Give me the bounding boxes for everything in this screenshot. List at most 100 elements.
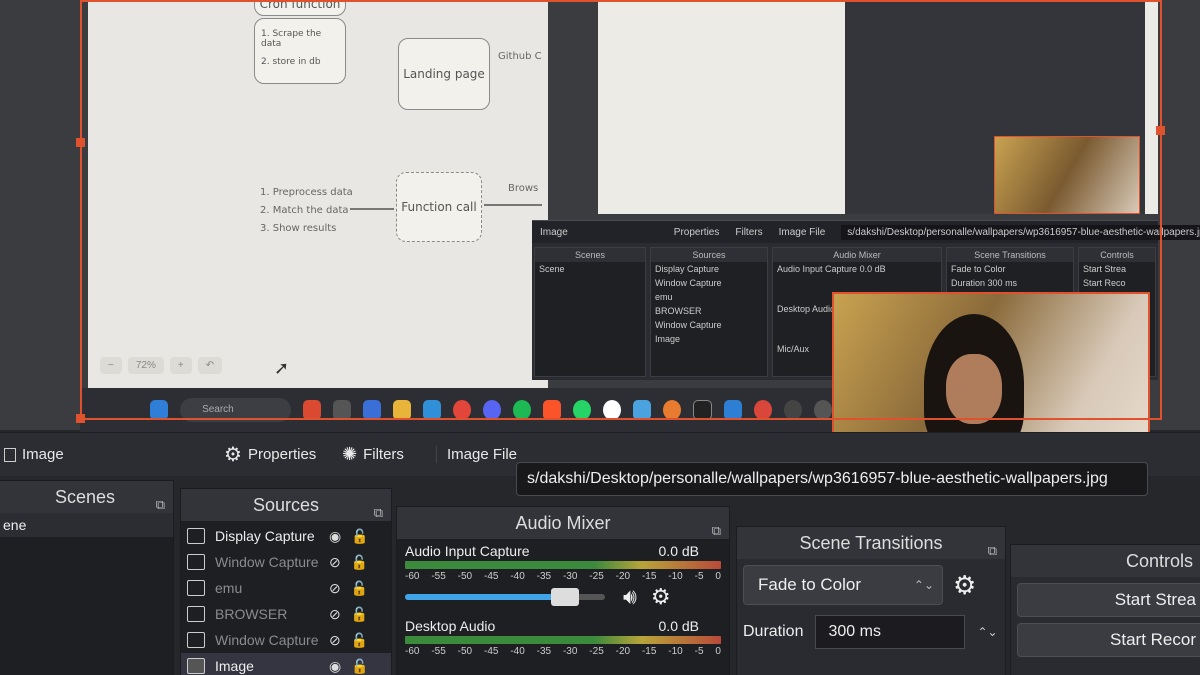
duration-label: Duration	[743, 623, 804, 640]
transition-select[interactable]: Fade to Color ⌃⌄	[743, 565, 943, 605]
function-card-label: Function call	[401, 200, 477, 214]
window-icon	[187, 606, 205, 622]
volume-fill	[405, 594, 575, 600]
mail-icon[interactable]	[422, 400, 441, 420]
start-recording-button[interactable]: Start Recor	[1017, 623, 1200, 657]
task-view-icon[interactable]	[332, 400, 351, 420]
nested-source-item: BROWSER	[655, 306, 702, 316]
eye-icon[interactable]: ◉	[329, 528, 341, 545]
channel-name: Audio Input Capture	[405, 543, 530, 559]
desktop-audio-header: Desktop Audio 0.0 dB	[397, 612, 729, 634]
discord-icon[interactable]	[482, 400, 502, 420]
source-row-selected[interactable]: Image ◉ 🔓	[181, 653, 391, 675]
meter-tick-label: -5	[694, 571, 704, 582]
windows-start-icon[interactable]	[150, 400, 169, 420]
scenes-dock: Scenes ⧉ ene	[0, 480, 174, 675]
window-icon	[187, 554, 205, 570]
volume-slider[interactable]	[405, 588, 605, 606]
source-row[interactable]: emu ⊘ 🔓	[181, 575, 391, 601]
resize-handle[interactable]	[76, 138, 85, 147]
preview-canvas[interactable]: Cron function 1. Scrape the data 2. stor…	[0, 0, 1200, 475]
source-name: Window Capture	[215, 632, 319, 648]
folder-icon[interactable]	[392, 400, 411, 420]
eye-icon[interactable]: ◉	[329, 658, 341, 675]
vscode-icon[interactable]	[723, 400, 742, 420]
undo-icon[interactable]: ↶	[197, 357, 223, 374]
meter-tick-label: -30	[562, 646, 578, 657]
source-name: BROWSER	[215, 606, 288, 622]
lock-icon[interactable]: 🔓	[351, 632, 368, 649]
stepper-icon[interactable]: ⌃⌄	[977, 625, 997, 639]
nested-scene-item: Scene	[539, 264, 565, 274]
audio-input-header: Audio Input Capture 0.0 dB	[397, 543, 729, 559]
nested-source-item: Window Capture	[655, 278, 722, 288]
gear-icon[interactable]: ⚙	[953, 570, 976, 601]
sources-list: Display Capture ◉ 🔓 Window Capture ⊘ 🔓 e…	[181, 521, 391, 675]
meter-ticks: -60 -55 -50 -45 -40 -35 -30 -25 -20 -15 -10 -5 0	[397, 571, 729, 582]
scene-transitions-title-bar: Scene Transitions ⧉	[737, 527, 1005, 559]
whatsapp-icon[interactable]	[573, 400, 592, 420]
resize-handle[interactable]	[1156, 126, 1165, 135]
nested-source-item: Window Capture	[655, 320, 722, 330]
nested-mixer-title: Audio Mixer	[773, 248, 941, 262]
nested-image-file-label: Image File	[778, 226, 826, 238]
nested-controls-title: Controls	[1079, 248, 1155, 262]
volume-meter	[405, 636, 721, 644]
audio-mixer-body: Audio Input Capture 0.0 dB -60 -55 -50 -45-…	[397, 539, 729, 675]
scene-transitions-title: Scene Transitions	[799, 533, 943, 553]
eye-off-icon[interactable]: ⊘	[329, 632, 341, 649]
lock-icon[interactable]: 🔓	[351, 580, 368, 597]
cron-function-card: Cron function	[254, 0, 346, 16]
spotify-icon[interactable]	[513, 400, 532, 420]
properties-label: Properties	[247, 446, 317, 463]
volume-knob[interactable]	[551, 588, 580, 606]
lock-icon[interactable]: 🔓	[351, 528, 368, 545]
cron-card-label: Cron function	[259, 0, 341, 11]
image-file-path-field[interactable]: s/dakshi/Desktop/personalle/wallpapers/w…	[516, 462, 1148, 496]
edge-icon[interactable]	[362, 400, 381, 420]
firefox-icon[interactable]	[663, 400, 682, 420]
source-row[interactable]: Display Capture ◉ 🔓	[181, 523, 391, 549]
meter-tick-label: -30	[562, 571, 578, 582]
source-row[interactable]: Window Capture ⊘ 🔓	[181, 627, 391, 653]
eye-off-icon[interactable]: ⊘	[329, 554, 341, 571]
lock-icon[interactable]: 🔓	[351, 606, 368, 623]
nested-control-item: Start Strea	[1083, 264, 1127, 274]
source-row[interactable]: BROWSER ⊘ 🔓	[181, 601, 391, 627]
notes-icon[interactable]	[633, 400, 652, 420]
chrome-icon[interactable]	[452, 400, 471, 420]
scene-item[interactable]: ene	[0, 513, 173, 537]
speaker-icon[interactable]: 🔊︎	[623, 584, 637, 610]
filters-button[interactable]: ✺ Filters	[342, 444, 422, 465]
browse-label: Brows	[508, 183, 539, 194]
zoom-minus[interactable]: −	[100, 357, 122, 374]
gear-icon[interactable]: ⚙	[651, 584, 671, 610]
obs-icon[interactable]	[783, 400, 802, 420]
app-icon[interactable]	[302, 400, 321, 420]
browse-arrow	[484, 204, 542, 206]
start-streaming-button[interactable]: Start Strea	[1017, 583, 1200, 617]
github-label: Github C	[498, 51, 542, 62]
zoom-plus[interactable]: +	[169, 357, 192, 374]
source-row[interactable]: Window Capture ⊘ 🔓	[181, 549, 391, 575]
eye-off-icon[interactable]: ⊘	[329, 580, 341, 597]
zoom-level: 72%	[127, 357, 164, 374]
lock-icon[interactable]: 🔓	[351, 658, 368, 675]
audio-mixer-title: Audio Mixer	[515, 513, 611, 533]
filters-icon: ✺	[342, 444, 358, 464]
eye-off-icon[interactable]: ⊘	[329, 606, 341, 623]
resize-handle[interactable]	[76, 414, 85, 423]
brave-icon[interactable]	[543, 400, 562, 420]
taskbar-search[interactable]: Search	[180, 398, 291, 422]
terminal-icon[interactable]	[693, 400, 712, 420]
chrome-dev-icon[interactable]	[753, 400, 772, 420]
properties-button[interactable]: ⚙ Properties	[224, 442, 330, 467]
notion-icon[interactable]	[603, 400, 622, 420]
gear-icon: ⚙	[224, 444, 242, 466]
transition-value: Fade to Color	[758, 575, 861, 594]
duration-input[interactable]: 300 ms	[815, 615, 966, 649]
sources-dock-title: Sources ⧉	[181, 489, 391, 521]
lock-icon[interactable]: 🔓	[351, 554, 368, 571]
meter-tick-label: -25	[589, 571, 604, 582]
media-player-icon[interactable]	[813, 400, 832, 420]
